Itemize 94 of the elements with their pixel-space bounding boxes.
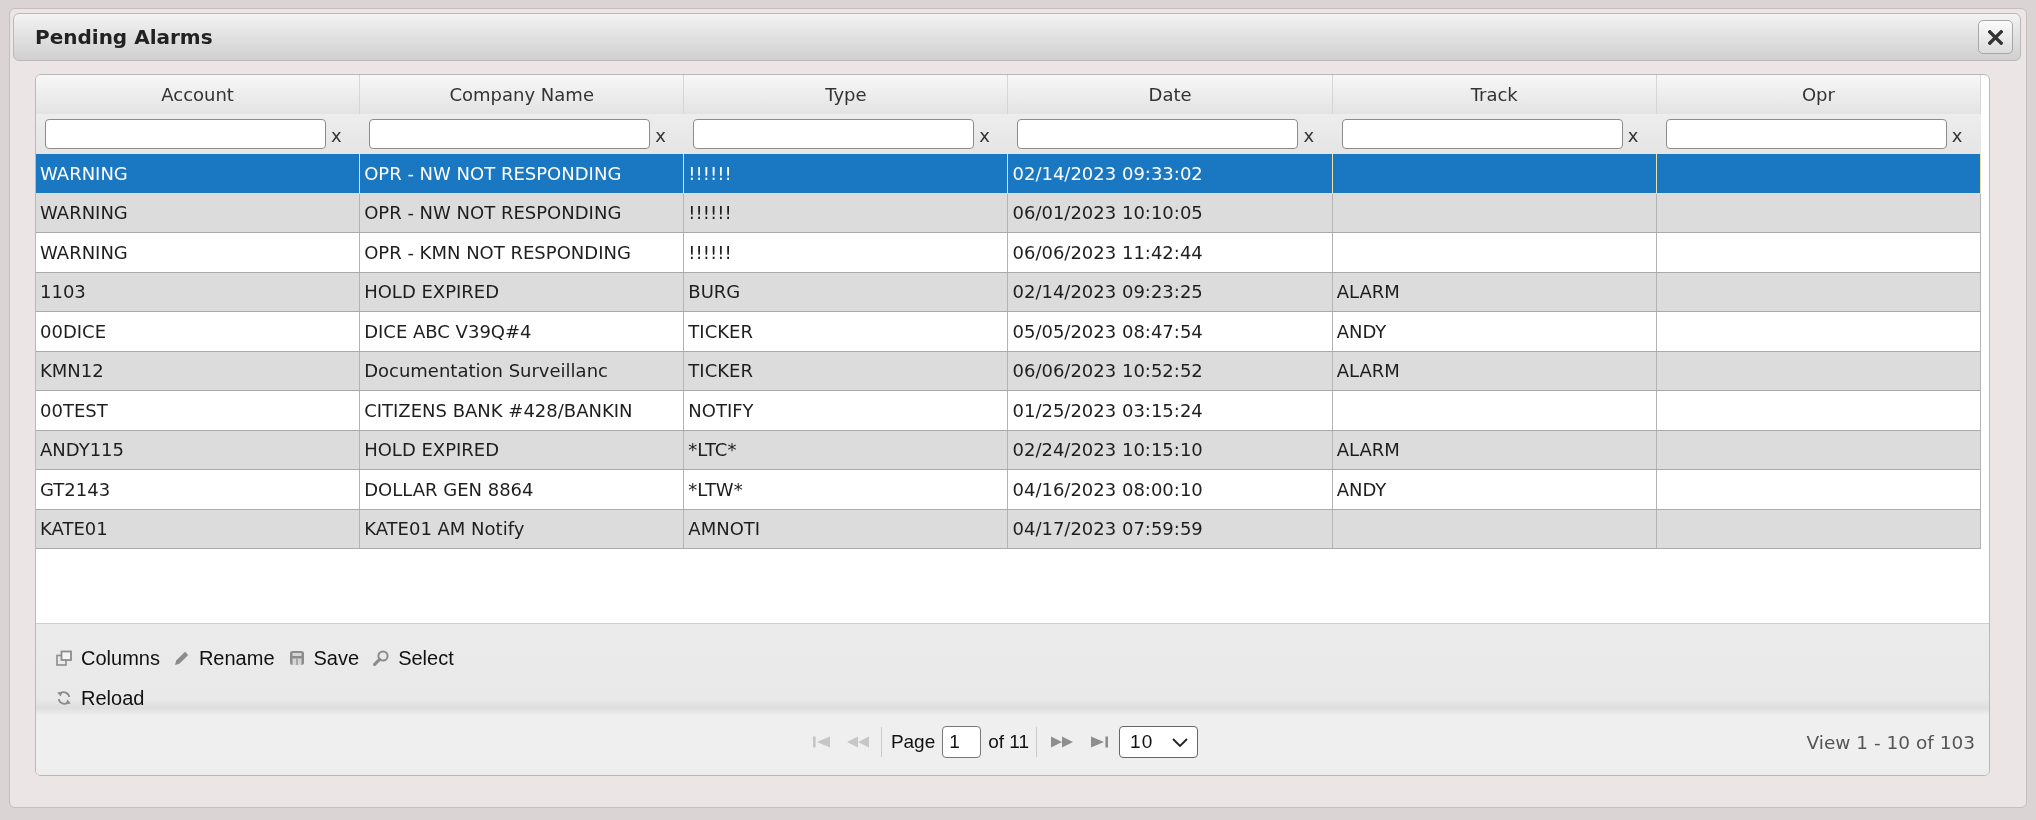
toolbar-button[interactable]: Select bbox=[373, 646, 454, 670]
table-cell: *LTW* bbox=[688, 478, 743, 500]
table-cell: HOLD EXPIRED bbox=[364, 439, 500, 461]
table-row[interactable]: WARNING OPR - KMN NOT RESPONDING !!!!!! 06/06/2023 11:42:44 bbox=[36, 233, 1981, 273]
table-cell: 02/24/2023 10:15:10 bbox=[1012, 439, 1203, 461]
filter-field[interactable] bbox=[1341, 119, 1623, 149]
table-row[interactable]: 00TEST CITIZENS BANK #428/BANKIN NOTIFY 01/25/2023 03:15:24 bbox=[36, 391, 1981, 431]
table-cell: ALARM bbox=[1336, 439, 1400, 461]
table-cell: 01/25/2023 03:15:24 bbox=[1012, 399, 1203, 421]
column-header[interactable]: Account bbox=[36, 75, 361, 114]
table-cell: !!!!!! bbox=[688, 162, 732, 184]
table-cell: 06/01/2023 10:10:05 bbox=[1012, 202, 1203, 224]
table-cell: BURG bbox=[688, 281, 741, 303]
column-header[interactable]: Date bbox=[1008, 75, 1333, 114]
table-cell: CITIZENS BANK #428/BANKIN bbox=[364, 399, 633, 421]
table-cell: DOLLAR GEN 8864 bbox=[364, 478, 534, 500]
page-count-label: of 11 bbox=[988, 731, 1030, 753]
table-cell: DICE ABC V39Q#4 bbox=[364, 320, 532, 342]
table-cell: AMNOTI bbox=[688, 518, 761, 540]
chevron-down-icon bbox=[1172, 737, 1189, 747]
table-cell: WARNING bbox=[40, 162, 128, 184]
filter-field[interactable] bbox=[45, 119, 326, 149]
table-row[interactable]: WARNING OPR - NW NOT RESPONDING !!!!!! 06/01/2023 10:10:05 bbox=[36, 193, 1981, 233]
table-cell: ANDY bbox=[1336, 320, 1387, 342]
table-row[interactable]: 1103 HOLD EXPIRED BURG 02/14/2023 09:23:25 ALARM bbox=[36, 272, 1981, 312]
filter-field[interactable] bbox=[1017, 119, 1299, 149]
clear-filter-link[interactable]: x bbox=[1627, 123, 1639, 145]
table-cell: ALARM bbox=[1336, 281, 1400, 303]
table-cell: OPR - KMN NOT RESPONDING bbox=[364, 241, 631, 263]
last-page-icon[interactable] bbox=[1090, 736, 1109, 748]
dialog-title: Pending Alarms bbox=[35, 25, 213, 49]
column-header[interactable]: Track bbox=[1332, 75, 1657, 114]
table-cell: 05/05/2023 08:47:54 bbox=[1012, 320, 1203, 342]
table-cell: KATE01 bbox=[40, 518, 108, 540]
table-cell: 04/17/2023 07:59:59 bbox=[1012, 518, 1203, 540]
clear-filter-link[interactable]: x bbox=[979, 123, 990, 145]
table-cell: ANDY bbox=[1336, 478, 1387, 500]
table-cell: 02/14/2023 09:33:02 bbox=[1012, 162, 1203, 184]
table-cell: GT2143 bbox=[40, 478, 111, 500]
page-size-dropdown[interactable]: 10 bbox=[1119, 726, 1199, 758]
toolbar-button[interactable]: Save bbox=[288, 646, 360, 670]
clear-filter-link[interactable]: x bbox=[331, 123, 342, 145]
table-cell: !!!!!! bbox=[688, 202, 732, 224]
save-icon bbox=[288, 650, 305, 666]
table-cell: OPR - NW NOT RESPONDING bbox=[364, 162, 622, 184]
table-cell: WARNING bbox=[40, 241, 128, 263]
close-icon bbox=[1988, 29, 2003, 45]
toolbar-button[interactable]: Reload bbox=[56, 686, 145, 710]
page-number-field[interactable]: 1 bbox=[942, 726, 982, 758]
pencil-icon bbox=[173, 650, 190, 666]
table-cell: ANDY115 bbox=[40, 439, 124, 461]
close-button[interactable] bbox=[1978, 20, 2013, 54]
table-row[interactable]: KATE01 KATE01 AM Notify AMNOTI 04/17/2023 07:59:59 bbox=[36, 509, 1981, 549]
table-cell: Documentation Surveillanc bbox=[364, 360, 608, 382]
page-label: Page bbox=[890, 731, 936, 753]
table-cell: *LTC* bbox=[688, 439, 737, 461]
table-cell: OPR - NW NOT RESPONDING bbox=[364, 202, 622, 224]
clear-filter-link[interactable]: x bbox=[655, 123, 666, 145]
table-row[interactable]: 00DICE DICE ABC V39Q#4 TICKER 05/05/2023 08:47:54 ANDY bbox=[36, 312, 1981, 352]
filter-field[interactable] bbox=[1665, 119, 1947, 149]
squares-icon bbox=[56, 650, 72, 666]
table-row[interactable]: ANDY115 HOLD EXPIRED *LTC* 02/24/2023 10:15:10 ALARM bbox=[36, 430, 1981, 470]
table-row[interactable]: WARNING OPR - NW NOT RESPONDING !!!!!! 02/14/2023 09:33:02 bbox=[36, 154, 1981, 194]
table-cell: 04/16/2023 08:00:10 bbox=[1012, 478, 1203, 500]
clear-filter-link[interactable]: x bbox=[1951, 123, 1963, 145]
filter-field[interactable] bbox=[369, 119, 651, 149]
table-cell: HOLD EXPIRED bbox=[364, 281, 500, 303]
next-page-icon[interactable] bbox=[1051, 736, 1074, 748]
table-cell: 1103 bbox=[40, 281, 86, 303]
column-header[interactable]: Type bbox=[684, 75, 1009, 114]
table-cell: TICKER bbox=[688, 320, 753, 342]
table-cell: WARNING bbox=[40, 202, 128, 224]
table-cell: 00TEST bbox=[40, 399, 108, 421]
record-count-label: View 1 - 10 of 103 bbox=[1806, 731, 1975, 753]
clear-filter-link[interactable]: x bbox=[1303, 123, 1315, 145]
table-cell: ALARM bbox=[1336, 360, 1400, 382]
table-cell: TICKER bbox=[688, 360, 753, 382]
table-cell: 06/06/2023 10:52:52 bbox=[1012, 360, 1203, 382]
toolbar-button[interactable]: Rename bbox=[173, 646, 275, 670]
filter-field[interactable] bbox=[693, 119, 975, 149]
table-cell: 00DICE bbox=[40, 320, 106, 342]
table-cell: 02/14/2023 09:23:25 bbox=[1012, 281, 1203, 303]
search-icon bbox=[373, 650, 390, 666]
table-cell: !!!!!! bbox=[688, 241, 732, 263]
table-row[interactable]: GT2143 DOLLAR GEN 8864 *LTW* 04/16/2023 08:00:10 ANDY bbox=[36, 470, 1981, 510]
column-header[interactable]: Opr bbox=[1656, 75, 1981, 114]
refresh-icon bbox=[56, 690, 72, 706]
table-cell: KATE01 AM Notify bbox=[364, 518, 525, 540]
table-cell: NOTIFY bbox=[688, 399, 754, 421]
table-cell: KMN12 bbox=[40, 360, 104, 382]
table-row[interactable]: KMN12 Documentation Surveillanc TICKER 06/06/2023 10:52:52 ALARM bbox=[36, 351, 1981, 391]
table-cell: 06/06/2023 11:42:44 bbox=[1012, 241, 1203, 263]
toolbar-button[interactable]: Columns bbox=[56, 646, 160, 670]
column-header[interactable]: Company Name bbox=[360, 75, 685, 114]
